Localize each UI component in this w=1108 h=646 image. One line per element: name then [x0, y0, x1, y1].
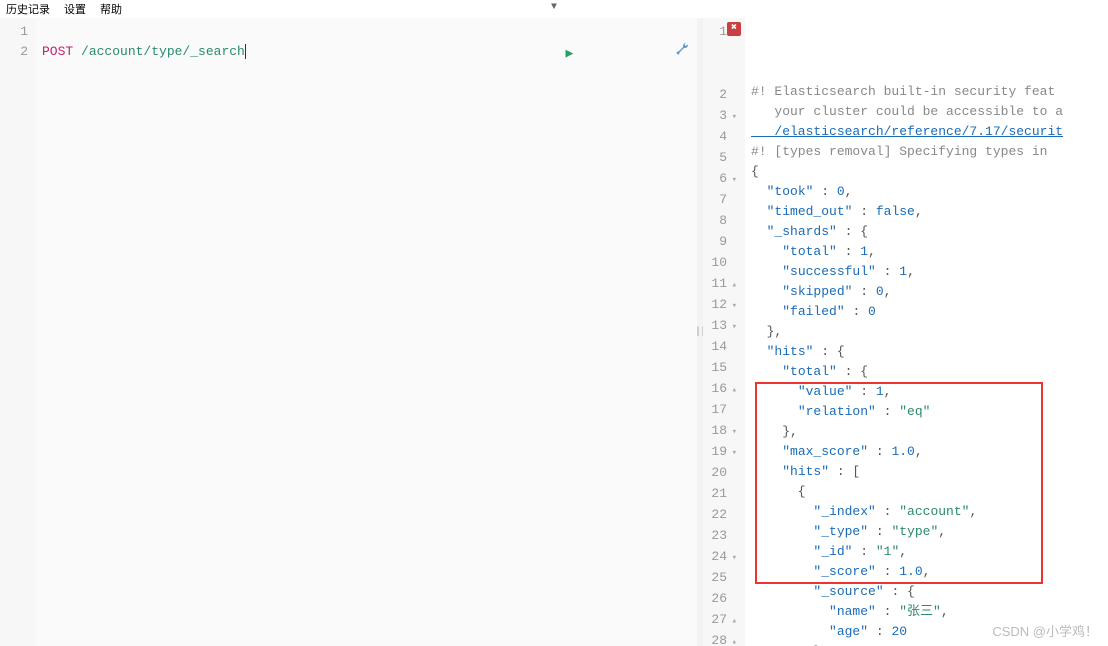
split-view: 12 POST /account/type/_search ▶ || 1 2 3…: [0, 18, 1108, 646]
line-gutter: 1 2 3▾4 5 6▾7 8 9 10 11▴12▾13▾14 15 16▴1…: [703, 18, 745, 646]
response-code[interactable]: ✖ #! Elasticsearch built-in security fea…: [745, 18, 1108, 646]
watermark: CSDN @小学鸡！: [992, 621, 1098, 640]
menu-help[interactable]: 帮助: [100, 1, 122, 17]
request-editor: 12 POST /account/type/_search ▶: [0, 18, 697, 646]
request-path: /account/type/_search: [73, 44, 245, 59]
request-code[interactable]: POST /account/type/_search ▶: [36, 18, 697, 646]
http-method: POST: [42, 44, 73, 59]
line-gutter: 12: [0, 18, 36, 646]
wrench-icon[interactable]: [581, 22, 691, 85]
chevron-down-icon[interactable]: ▼: [551, 2, 557, 13]
play-icon[interactable]: ▶: [566, 44, 574, 64]
error-icon[interactable]: ✖: [727, 22, 741, 36]
menu-settings[interactable]: 设置: [64, 1, 86, 17]
response-viewer: 1 2 3▾4 5 6▾7 8 9 10 11▴12▾13▾14 15 16▴1…: [703, 18, 1108, 646]
menu-history[interactable]: 历史记录: [6, 1, 50, 17]
